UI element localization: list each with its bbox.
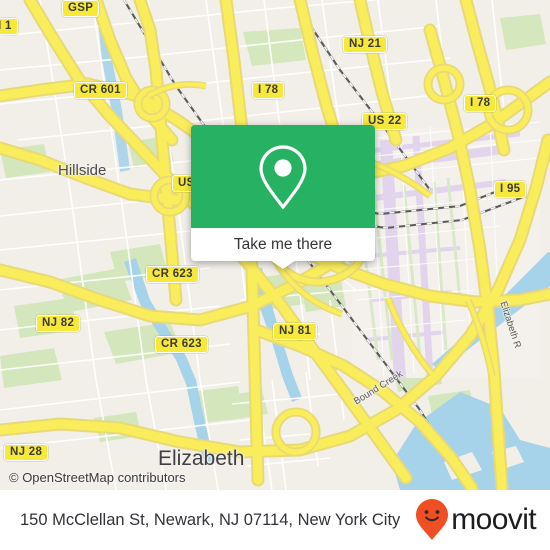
location-pin-icon xyxy=(259,144,307,210)
shield-label: GSP xyxy=(68,2,94,14)
shield-i95[interactable]: I 95 xyxy=(494,181,527,198)
shield-i1[interactable]: I 1 xyxy=(0,18,18,35)
take-me-there-button[interactable]: Take me there xyxy=(191,228,375,261)
card-pointer-tail xyxy=(270,260,296,269)
shield-label: I 95 xyxy=(500,183,521,195)
shield-nj82[interactable]: NJ 82 xyxy=(36,315,81,332)
shield-nj28[interactable]: NJ 28 xyxy=(4,444,49,461)
shield-cr623-lower[interactable]: CR 623 xyxy=(155,336,208,353)
place-label-hillside: Hillside xyxy=(58,162,107,179)
shield-label: CR 623 xyxy=(152,268,193,280)
moovit-wordmark: moovit xyxy=(451,503,536,536)
moovit-logo[interactable]: moovit xyxy=(415,498,537,542)
shield-i78-left[interactable]: I 78 xyxy=(252,82,285,99)
osm-attribution[interactable]: © OpenStreetMap contributors xyxy=(9,470,186,485)
shield-gsp[interactable]: GSP xyxy=(62,0,100,17)
place-label-elizabeth: Elizabeth xyxy=(158,447,245,470)
footer-bar: 150 McClellan St, Newark, NJ 07114, New … xyxy=(0,490,550,550)
shield-cr623-upper[interactable]: CR 623 xyxy=(146,266,199,283)
shield-label: CR 623 xyxy=(161,338,202,350)
shield-nj81[interactable]: NJ 81 xyxy=(273,323,318,340)
card-header xyxy=(191,125,375,228)
shield-label: I 1 xyxy=(0,20,12,32)
take-me-there-label: Take me there xyxy=(233,235,333,253)
shield-label: I 78 xyxy=(258,84,279,96)
shield-i78-right[interactable]: I 78 xyxy=(464,95,497,112)
shield-label: NJ 81 xyxy=(279,325,312,337)
shield-label: CR 601 xyxy=(80,84,121,96)
shield-label: NJ 82 xyxy=(42,317,75,329)
shield-label: NJ 21 xyxy=(349,38,382,50)
shield-nj21[interactable]: NJ 21 xyxy=(343,36,388,53)
moovit-smiley-pin-icon xyxy=(416,499,449,540)
address-text: 150 McClellan St, Newark, NJ 07114, New … xyxy=(20,510,401,529)
destination-popup-card[interactable]: Take me there xyxy=(191,125,375,269)
shield-cr601[interactable]: CR 601 xyxy=(74,82,127,99)
shield-label: NJ 28 xyxy=(10,446,43,458)
map-screenshot: GSP I 1 CR 601 I 78 NJ 21 US 22 I 78 I 9… xyxy=(0,0,550,550)
shield-label: I 78 xyxy=(470,97,491,109)
